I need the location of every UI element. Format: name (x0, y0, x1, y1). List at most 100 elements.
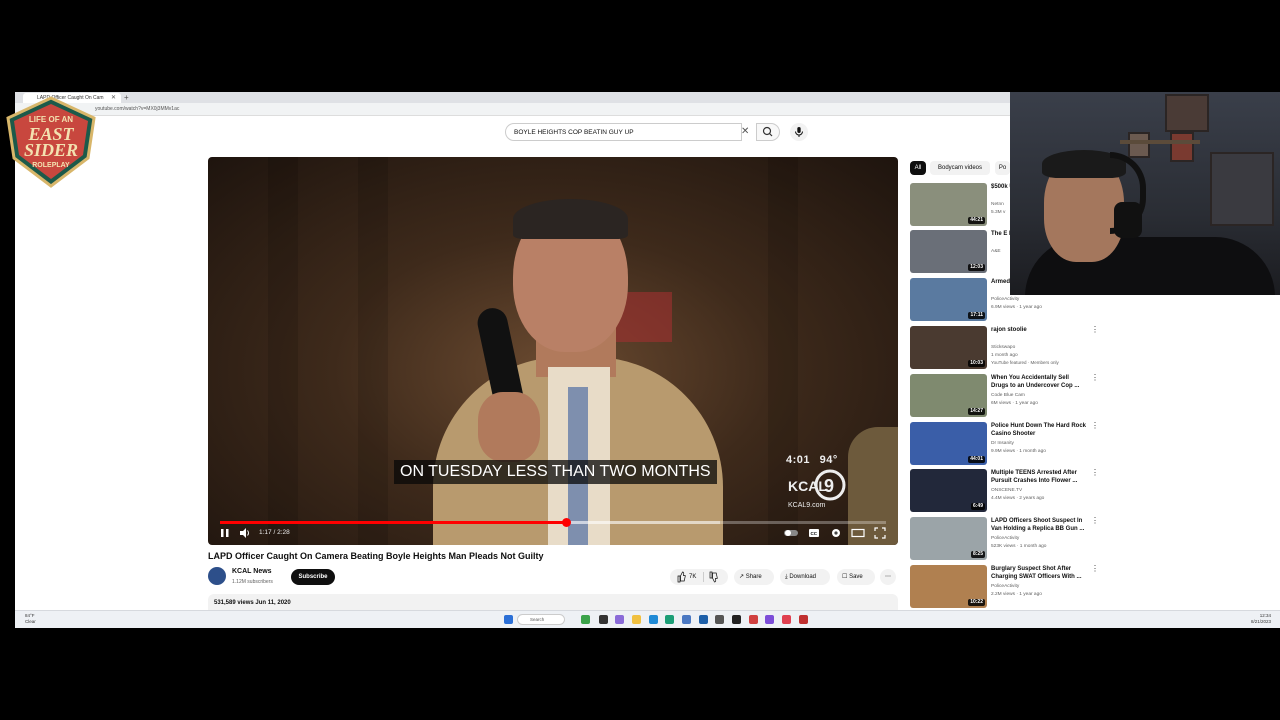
clear-search-icon[interactable]: ✕ (741, 127, 749, 137)
video-duration: 44:21 (968, 217, 985, 224)
system-clock[interactable]: 12:34 8/21/2023 (1251, 613, 1271, 625)
app-icon[interactable] (581, 615, 590, 624)
chip-more[interactable]: Po (995, 161, 1010, 175)
taskbar-search[interactable]: Search (517, 614, 565, 625)
tab-close-icon[interactable]: ✕ (111, 93, 116, 103)
more-vertical-icon[interactable]: ⋮ (1091, 469, 1099, 477)
video-thumbnail[interactable]: 10:22 (910, 565, 987, 608)
recommended-channel-name[interactable]: Dr Insanity (991, 441, 1014, 446)
like-button[interactable] (677, 569, 686, 592)
more-vertical-icon[interactable]: ⋮ (1091, 517, 1099, 525)
recommended-video-title[interactable]: Police Hunt Down The Hard Rock Casino Sh… (991, 422, 1087, 438)
recommended-video-title[interactable]: LAPD Officers Shoot Suspect In Van Holdi… (991, 517, 1087, 533)
app-icon[interactable] (799, 615, 808, 624)
recommended-video-title[interactable]: Multiple TEENS Arrested After Pursuit Cr… (991, 469, 1087, 485)
app-icon[interactable] (765, 615, 774, 624)
voice-search-button[interactable] (790, 123, 808, 141)
recommended-video-title[interactable]: rajon stoolie (991, 326, 1087, 334)
search-query: BOYLE HEIGHTS COP BEATIN GUY UP (514, 129, 634, 136)
subscribe-button[interactable]: Subscribe (291, 569, 335, 585)
app-icon[interactable] (749, 615, 758, 624)
download-icon: ⤓ (785, 574, 788, 580)
recommended-video-title[interactable]: Burglary Suspect Shot After Charging SWA… (991, 565, 1087, 581)
recommended-video[interactable]: 14:27 When You Accidentally Sell Drugs to… (910, 374, 1110, 418)
pause-button[interactable] (220, 526, 230, 540)
recommended-video[interactable]: 44:01 Police Hunt Down The Hard Rock Casi… (910, 422, 1110, 466)
chip-all[interactable]: All (910, 161, 926, 175)
volume-button[interactable] (239, 526, 251, 540)
settings-button[interactable] (830, 526, 842, 540)
chip-bodycam-videos[interactable]: Bodycam videos (930, 161, 990, 175)
app-icon[interactable] (615, 615, 624, 624)
video-thumbnail[interactable]: 6:49 (910, 469, 987, 512)
weather-widget[interactable]: 84°F Clear (25, 613, 36, 625)
video-duration: 10:03 (968, 360, 985, 367)
more-actions-button[interactable]: ⋯ (880, 569, 896, 585)
app-icon[interactable] (682, 615, 691, 624)
recommended-channel-name[interactable]: ONSCENE.TV (991, 488, 1022, 493)
svg-text:LIFE OF AN: LIFE OF AN (29, 115, 73, 124)
recommended-video[interactable]: 6:49 Multiple TEENS Arrested After Pursui… (910, 469, 1110, 513)
download-button[interactable]: ⤓ Download (780, 569, 830, 585)
video-thumbnail[interactable]: 8:25 (910, 517, 987, 560)
windows-start-icon[interactable] (504, 615, 513, 624)
progress-bar[interactable] (220, 518, 886, 527)
channel-name[interactable]: KCAL News (232, 568, 272, 575)
share-button[interactable]: ↗ Share (734, 569, 774, 585)
steam-icon[interactable] (699, 615, 708, 624)
app-icon[interactable] (715, 615, 724, 624)
video-thumbnail[interactable]: 12:03 (910, 230, 987, 273)
recommended-video[interactable]: 10:03 rajon stoolie Stickswapo 1 month ago Y… (910, 326, 1110, 370)
recommended-video[interactable]: 10:22 Burglary Suspect Shot After Chargin… (910, 565, 1110, 609)
recommended-video-title[interactable]: When You Accidentally Sell Drugs to an U… (991, 374, 1087, 390)
captions-button[interactable]: CC (808, 526, 820, 540)
save-button[interactable]: ☐ Save (837, 569, 875, 585)
video-thumbnail[interactable]: 44:01 (910, 422, 987, 465)
fullscreen-button[interactable] (874, 526, 886, 540)
recommended-video[interactable]: 8:25 LAPD Officers Shoot Suspect In Van H… (910, 517, 1110, 561)
views-and-date: 531,589 views Jun 11, 2020 (214, 600, 291, 606)
volume-icon (240, 528, 249, 538)
video-thumbnail[interactable]: 17:11 (910, 278, 987, 321)
dislike-button[interactable] (709, 569, 718, 592)
recommended-channel-name[interactable]: PoliceActivity (991, 536, 1019, 541)
autoplay-toggle[interactable] (783, 526, 799, 540)
task-view-icon[interactable] (599, 615, 608, 624)
file-explorer-icon[interactable] (632, 615, 641, 624)
recommended-channel-name[interactable]: Stickswapo (991, 345, 1015, 350)
recommended-channel-name[interactable]: A&E (991, 249, 1001, 254)
recommended-channel-name[interactable]: PoliceActivity (991, 297, 1019, 302)
video-thumbnail[interactable]: 14:27 (910, 374, 987, 417)
theater-mode-button[interactable] (851, 526, 865, 540)
thumbs-up-icon (677, 571, 686, 583)
new-tab-icon[interactable]: + (124, 93, 129, 103)
more-vertical-icon[interactable]: ⋮ (1091, 565, 1099, 573)
recommended-channel-name[interactable]: Netnn (991, 202, 1004, 207)
app-icon[interactable] (665, 615, 674, 624)
headset-earcup (1114, 202, 1142, 238)
video-duration: 6:49 (970, 503, 985, 510)
app-icon[interactable] (782, 615, 791, 624)
station-site: KCAL9.com (788, 502, 826, 509)
recommended-channel-name[interactable]: Code Blue Cam (991, 393, 1025, 398)
video-thumbnail[interactable]: 10:03 (910, 326, 987, 369)
video-thumbnail[interactable]: 44:21 (910, 183, 987, 226)
recommended-channel-name[interactable]: PoliceActivity (991, 584, 1019, 589)
more-vertical-icon[interactable]: ⋮ (1091, 374, 1099, 382)
video-player[interactable]: 4:01 94° KCAL 9 KCAL9.com ON TUESDAY LES… (208, 157, 898, 545)
search-button[interactable] (756, 123, 780, 141)
channel-avatar[interactable] (208, 567, 226, 585)
svg-text:SIDER: SIDER (24, 140, 78, 160)
app-icon[interactable] (732, 615, 741, 624)
more-vertical-icon[interactable]: ⋮ (1091, 422, 1099, 430)
video-duration: 17:11 (968, 312, 985, 319)
windows-taskbar: 84°F Clear Search 12:34 8/21/2023 (15, 610, 1280, 628)
more-vertical-icon[interactable]: ⋮ (1091, 326, 1099, 334)
url-text: youtube.com/watch?v=MX0j3MMv1ac (95, 106, 180, 112)
recommended-views: 9.9M views · 1 month ago (991, 449, 1046, 454)
wall-panel (268, 157, 298, 545)
weather-desc: Clear (25, 619, 36, 624)
subscriber-count: 1.12M subscribers (232, 579, 273, 585)
search-input[interactable]: BOYLE HEIGHTS COP BEATIN GUY UP (505, 123, 742, 141)
edge-browser-icon[interactable] (649, 615, 658, 624)
